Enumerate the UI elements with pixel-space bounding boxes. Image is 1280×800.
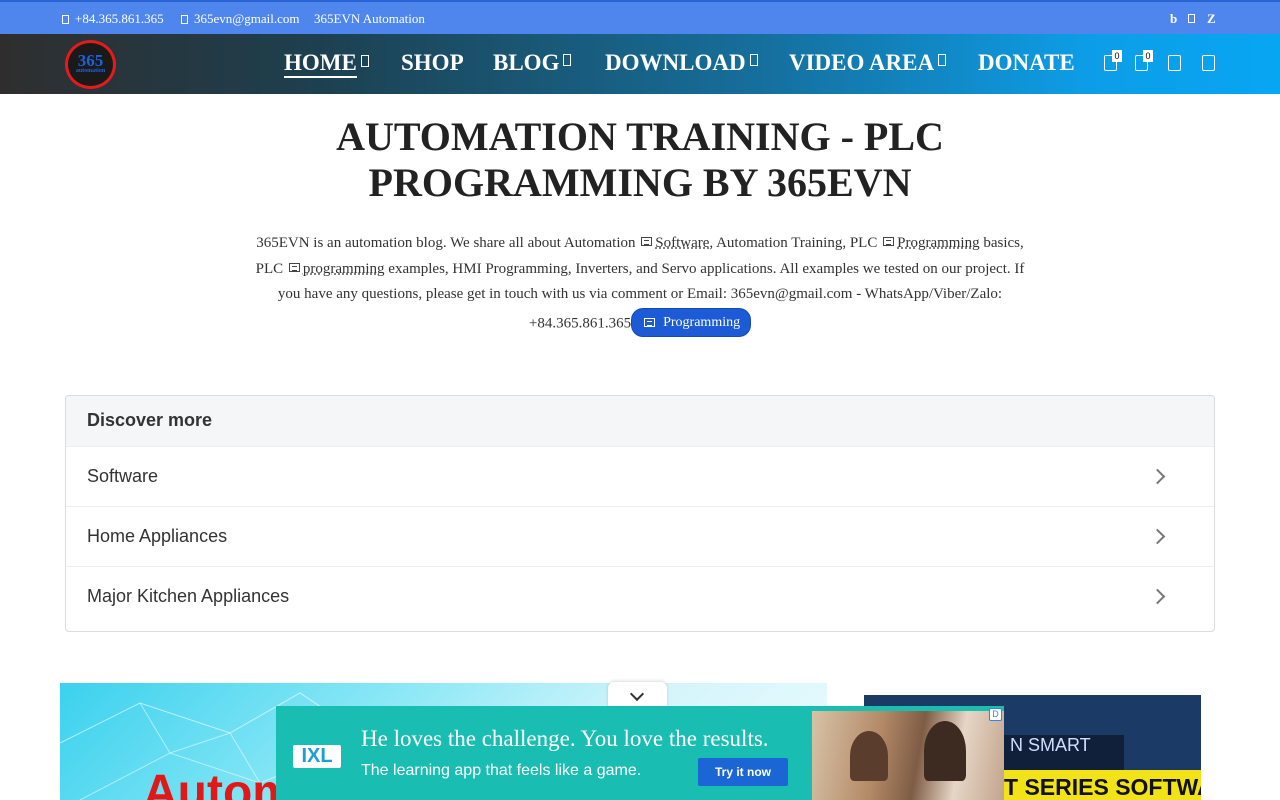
nav-item-label: HOME xyxy=(284,50,357,78)
nav-item-label: SHOP xyxy=(401,50,464,75)
top-bar: +84.365.861.365 365evn@gmail.com 365EVN … xyxy=(0,0,1280,34)
discover-item-major-kitchen-appliances[interactable]: Major Kitchen Appliances xyxy=(66,566,1214,626)
discover-item-label: Software xyxy=(87,466,159,486)
ad-subheadline: The learning app that feels like a game. xyxy=(361,762,642,779)
ad-logo: IXL xyxy=(293,745,341,768)
keyword-icon xyxy=(644,317,656,327)
sidebar-banner-text: N SMART xyxy=(1010,735,1091,755)
main-navigation: 365 automation HOME SHOP BLOG DOWNLOAD V… xyxy=(0,34,1280,94)
nav-item-label: DOWNLOAD xyxy=(605,50,746,75)
ad-cta-button[interactable]: Try it now xyxy=(698,758,788,786)
keyword-link-programming-2[interactable]: programming xyxy=(303,261,385,277)
discover-more-panel: Discover more Software Home Appliances M… xyxy=(65,395,1215,632)
ad-info-icon[interactable]: D xyxy=(989,708,1002,721)
page-title: AUTOMATION TRAINING - PLC PROGRAMMING BY… xyxy=(336,114,944,205)
site-description: 365EVN is an automation blog. We share a… xyxy=(250,231,1030,337)
sidebar-banner-heading: T SERIES SOFTWARE xyxy=(1004,774,1201,800)
wishlist-icon[interactable]: 0 xyxy=(1104,50,1122,71)
ad-photo xyxy=(812,711,1004,800)
topbar-email[interactable]: 365evn@gmail.com xyxy=(181,11,299,27)
ad-headline: He loves the challenge. You love the res… xyxy=(361,726,769,751)
search-icon[interactable] xyxy=(1202,55,1215,71)
discover-item-home-appliances[interactable]: Home Appliances xyxy=(66,506,1214,566)
nav-item-download[interactable]: DOWNLOAD xyxy=(605,50,758,76)
chevron-down-icon xyxy=(629,686,645,702)
social-box-icon[interactable] xyxy=(1188,14,1195,23)
keyword-link-software[interactable]: Software xyxy=(655,235,709,251)
mail-icon xyxy=(181,14,188,24)
chevron-right-icon xyxy=(1149,588,1166,605)
site-logo[interactable]: 365 automation xyxy=(65,40,116,89)
cart-icon[interactable]: 0 xyxy=(1135,50,1153,71)
phone-icon xyxy=(62,14,69,24)
ad-person-graphic xyxy=(924,721,966,781)
nav-item-label: VIDEO AREA xyxy=(789,50,935,75)
topbar-brand[interactable]: 365EVN Automation xyxy=(314,11,425,27)
chevron-right-icon xyxy=(1149,468,1166,485)
keyword-icon xyxy=(883,237,895,246)
nav-item-label: BLOG xyxy=(493,50,560,75)
account-icon[interactable] xyxy=(1168,55,1181,71)
discover-item-label: Major Kitchen Appliances xyxy=(87,586,290,606)
ad-banner[interactable]: IXL He loves the challenge. You love the… xyxy=(276,706,1004,800)
social-b-icon[interactable]: b xyxy=(1170,11,1177,27)
social-zalo-icon[interactable]: Z xyxy=(1207,11,1216,27)
chevron-right-icon xyxy=(1149,528,1166,545)
topbar-brand-text: 365EVN Automation xyxy=(314,11,425,26)
keyword-icon xyxy=(288,262,300,272)
nav-item-label: DONATE xyxy=(978,50,1075,75)
nav-item-blog[interactable]: BLOG xyxy=(493,50,572,76)
programming-pill-button[interactable]: Programming xyxy=(631,307,752,337)
nav-item-video-area[interactable]: VIDEO AREA xyxy=(789,50,947,76)
desc-part-1: 365EVN is an automation blog. We share a… xyxy=(256,235,636,251)
nav-item-shop[interactable]: SHOP xyxy=(401,50,464,76)
nav-item-donate[interactable]: DONATE xyxy=(978,50,1075,76)
chevron-down-icon xyxy=(360,55,369,67)
keyword-link-programming[interactable]: Programming xyxy=(897,235,980,251)
chevron-down-icon xyxy=(938,54,947,66)
topbar-phone-text: +84.365.861.365 xyxy=(75,11,164,26)
pill-label: Programming xyxy=(663,314,741,330)
logo-subtext: automation xyxy=(75,68,106,74)
logo-text: 365 xyxy=(77,51,104,70)
cart-count: 0 xyxy=(1143,50,1153,62)
topbar-phone[interactable]: +84.365.861.365 xyxy=(62,11,164,27)
chevron-down-icon xyxy=(749,54,758,66)
chevron-down-icon xyxy=(563,54,572,66)
discover-item-software[interactable]: Software xyxy=(66,446,1214,506)
discover-item-label: Home Appliances xyxy=(87,526,228,546)
wishlist-count: 0 xyxy=(1112,50,1122,62)
keyword-icon xyxy=(641,237,653,246)
ad-person-graphic xyxy=(850,731,888,781)
desc-part-2: , Automation Training, PLC xyxy=(709,235,878,251)
nav-item-home[interactable]: HOME xyxy=(284,50,369,78)
discover-heading: Discover more xyxy=(66,396,1214,446)
topbar-email-text: 365evn@gmail.com xyxy=(194,11,300,26)
